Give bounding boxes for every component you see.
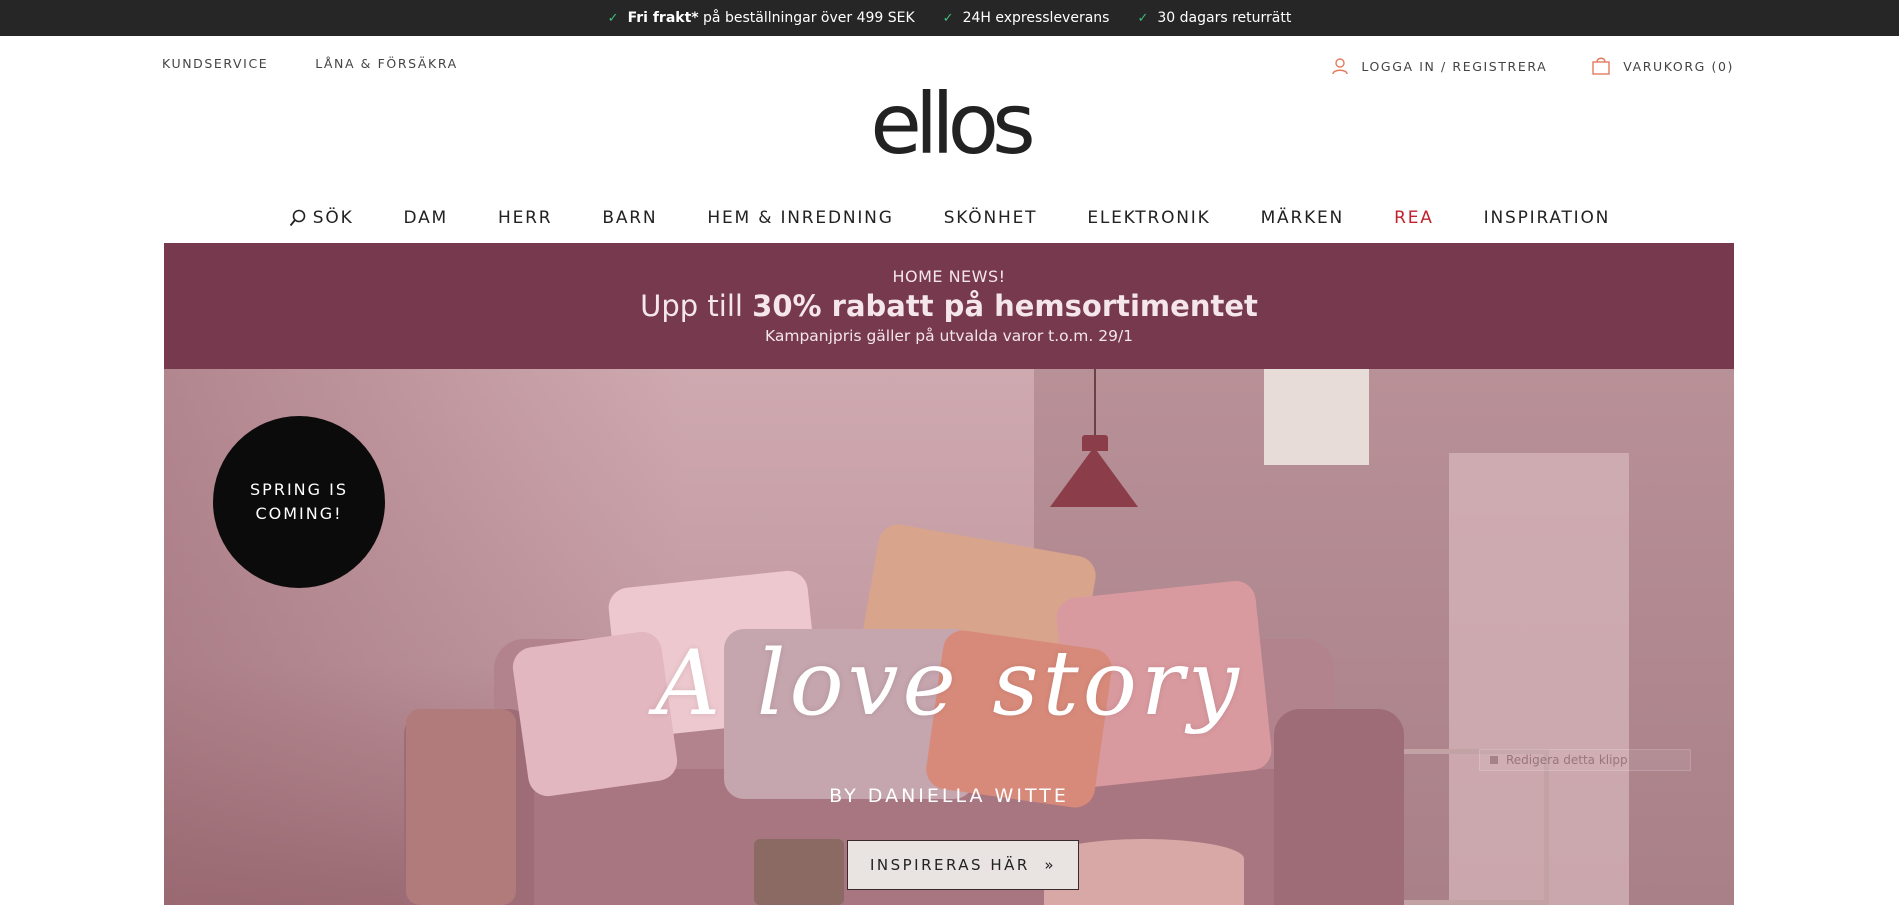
usp-text: på beställningar över 499 SEK — [698, 10, 915, 26]
campaign-subtext: Kampanjpris gäller på utvalda varor t.o.… — [764, 327, 1134, 345]
overlay-icon — [1490, 756, 1498, 764]
usp-text: 30 dagars returrätt — [1157, 10, 1292, 26]
nav-inspiration[interactable]: INSPIRATION — [1484, 208, 1611, 228]
campaign-headline: Upp till 30% rabatt på hemsortimentet — [164, 289, 1734, 323]
usp-bar: ✓ Fri frakt* på beställningar över 499 S… — [0, 0, 1899, 36]
check-icon: ✓ — [607, 10, 619, 26]
hero-byline: BY DANIELLA WITTE — [829, 785, 1069, 807]
main-navigation: SÖK DAM HERR BARN HEM & INREDNING SKÖNHE… — [0, 208, 1899, 228]
nav-search[interactable]: SÖK — [289, 208, 354, 228]
nav-herr[interactable]: HERR — [498, 208, 552, 228]
cta-label: INSPIRERAS HÄR — [869, 856, 1030, 874]
overlay-text: Redigera detta klipp — [1506, 753, 1628, 767]
utility-links: KUNDSERVICE LÅNA & FÖRSÄKRA — [162, 56, 458, 71]
hero-throw-blanket — [406, 709, 516, 905]
spring-badge: SPRING IS COMING! — [213, 416, 385, 588]
shopping-bag-icon — [1592, 57, 1610, 75]
login-link[interactable]: LOGGA IN / REGISTRERA — [1331, 57, 1547, 75]
chevron-right-icon: » — [1044, 856, 1057, 874]
account-links: LOGGA IN / REGISTRERA VARUKORG (0) — [1331, 56, 1734, 76]
ellos-logo[interactable]: ellos — [0, 82, 1899, 166]
nav-rea[interactable]: REA — [1394, 208, 1434, 228]
nav-marken[interactable]: MÄRKEN — [1261, 208, 1345, 228]
usp-text: 24H expressleverans — [962, 10, 1110, 26]
hero-frame — [1399, 749, 1549, 905]
customer-service-link[interactable]: KUNDSERVICE — [162, 56, 268, 71]
nav-hem-inredning[interactable]: HEM & INREDNING — [707, 208, 893, 228]
headline-bold: 30% rabatt på hemsortimentet — [752, 289, 1258, 323]
nav-barn[interactable]: BARN — [602, 208, 657, 228]
loan-insurance-link[interactable]: LÅNA & FÖRSÄKRA — [315, 56, 457, 71]
check-icon: ✓ — [942, 10, 954, 26]
hero-pendant-lamp — [1050, 447, 1138, 507]
campaign-banner[interactable]: HOME NEWS! Upp till 30% rabatt på hemsor… — [164, 243, 1734, 369]
edit-clip-overlay: Redigera detta klipp — [1479, 749, 1691, 771]
badge-line: COMING! — [255, 504, 343, 523]
cart-label: VARUKORG (0) — [1623, 58, 1734, 74]
usp-express: ✓ 24H expressleverans — [943, 10, 1110, 26]
headline-prefix: Upp till — [640, 289, 753, 323]
user-icon — [1332, 58, 1349, 75]
hero-script-title: A love story — [655, 631, 1243, 736]
hero-banner[interactable]: SPRING IS COMING! A love story BY DANIEL… — [164, 369, 1734, 905]
login-label: LOGGA IN / REGISTRERA — [1361, 58, 1548, 74]
search-icon — [289, 209, 306, 227]
inspire-button[interactable]: INSPIRERAS HÄR » — [847, 840, 1079, 890]
nav-elektronik[interactable]: ELEKTRONIK — [1087, 208, 1210, 228]
usp-returns: ✓ 30 dagars returrätt — [1137, 10, 1291, 26]
cart-link[interactable]: VARUKORG (0) — [1591, 56, 1734, 76]
usp-bold: Fri frakt* — [627, 10, 699, 26]
check-icon: ✓ — [1137, 10, 1149, 26]
search-label: SÖK — [312, 208, 354, 228]
hero-sofa-arm-right — [1274, 709, 1404, 905]
nav-dam[interactable]: DAM — [404, 208, 449, 228]
hero-wall-art — [1264, 369, 1369, 465]
nav-skonhet[interactable]: SKÖNHET — [944, 208, 1038, 228]
hero-stool — [754, 839, 844, 905]
campaign-kicker: HOME NEWS! — [892, 267, 1006, 286]
usp-free-shipping: ✓ Fri frakt* på beställningar över 499 S… — [608, 10, 915, 26]
badge-line: SPRING IS — [250, 480, 348, 499]
